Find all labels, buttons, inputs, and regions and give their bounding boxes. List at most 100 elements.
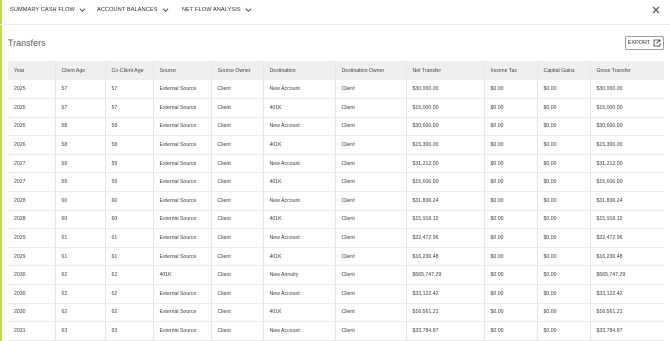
page-title: Transfers	[8, 38, 46, 48]
table-cell: External Source	[153, 210, 212, 229]
table-cell: 60	[105, 191, 154, 211]
table-cell: 401K	[263, 247, 336, 266]
table-cell: External Source	[153, 191, 212, 211]
table-cell: Client	[211, 284, 264, 304]
table-cell: 2025	[8, 80, 56, 99]
table-cell: Client	[335, 135, 407, 155]
table-cell: $31,836.24	[406, 191, 485, 211]
table-row: 2031 63 63 External Source Client New Account…	[8, 321, 664, 341]
column-header[interactable]: Net Transfer	[406, 61, 485, 80]
column-header[interactable]: Gross Transfer	[590, 61, 664, 80]
top-navigation: SUMMARY CASH FLOW ACCOUNT BALANCES NET F…	[0, 0, 670, 25]
table-cell: $0.00	[537, 191, 591, 211]
table-row: 2030 62 62 External Source Client New Account…	[8, 284, 664, 304]
table-cell: $16,236.48	[596, 253, 623, 260]
table-cell: Client	[335, 117, 407, 136]
tab-label: SUMMARY CASH FLOW	[10, 7, 75, 13]
table-cell: $0.00	[537, 247, 591, 266]
tab-summary-cash-flow[interactable]: SUMMARY CASH FLOW	[10, 7, 86, 13]
transfers-table-container[interactable]: Year Client Age Co-Client Age Source Source …	[8, 61, 664, 341]
table-cell: External Source	[153, 135, 212, 155]
column-header[interactable]: Year	[8, 61, 56, 80]
table-cell: Client	[211, 135, 264, 155]
column-header[interactable]: Income Tax	[484, 61, 538, 80]
table-cell: 63	[105, 321, 154, 341]
table-cell: $31,212.00	[406, 154, 485, 173]
table-cell: Client	[335, 284, 407, 304]
table-cell: 2026	[8, 117, 56, 136]
table-cell: Client	[335, 265, 407, 285]
table-cell: Client	[335, 191, 407, 211]
table-cell: External Source	[153, 172, 212, 192]
table-cell: $30,600.00	[406, 117, 485, 136]
close-button[interactable]	[651, 6, 661, 16]
table-cell: $0.00	[484, 247, 538, 266]
table-cell: 2029	[8, 228, 56, 248]
table-cell: 60	[55, 210, 106, 229]
export-icon	[653, 39, 661, 47]
table-cell: $0.00	[537, 172, 591, 192]
table-row: 2025 57 57 External Source Client New Account…	[8, 80, 664, 99]
table-cell: 61	[105, 228, 154, 248]
table-cell: Client	[211, 172, 264, 192]
table-cell: 401K	[153, 265, 212, 285]
table-cell: $31,212.00	[596, 160, 623, 167]
table-cell: 2031	[8, 321, 56, 341]
table-cell: 401K	[263, 172, 336, 192]
table-cell: 59	[55, 172, 106, 192]
tab-account-balances[interactable]: ACCOUNT BALANCES	[97, 7, 169, 13]
table-cell: New Account	[263, 228, 336, 248]
column-header[interactable]: Source Owner	[211, 61, 264, 80]
table-cell: Client	[211, 117, 264, 136]
column-header[interactable]: Client Age	[55, 61, 106, 80]
export-button[interactable]: EXPORT	[625, 36, 664, 50]
table-cell: Client	[335, 210, 407, 229]
table-cell: 2029	[8, 247, 56, 266]
table-cell: $0.00	[484, 210, 538, 229]
table-cell: $0.00	[537, 80, 591, 99]
tab-net-flow-analysis[interactable]: NET FLOW ANALYSIS	[182, 7, 252, 13]
table-cell: External Source	[153, 117, 212, 136]
table-cell: $16,561.21	[406, 303, 485, 322]
table-cell: Client	[335, 247, 407, 266]
column-header[interactable]: Destination Owner	[335, 61, 407, 80]
table-cell: $0.00	[484, 172, 538, 192]
table-row: 2027 59 59 External Source Client New Account…	[8, 154, 664, 173]
tab-label: NET FLOW ANALYSIS	[182, 7, 241, 13]
table-cell: $0.00	[484, 265, 538, 285]
table-cell: 63	[55, 321, 106, 341]
table-cell: 57	[55, 98, 106, 118]
table-cell: External Source	[153, 154, 212, 173]
column-header[interactable]: Capital Gains	[537, 61, 591, 80]
left-accent-bar	[0, 0, 2, 341]
table-cell: 62	[105, 284, 154, 304]
table-cell: $33,122.42	[406, 284, 485, 304]
table-cell: $0.00	[484, 135, 538, 155]
table-cell: $665,747.29	[406, 265, 485, 285]
column-header[interactable]: Destination	[263, 61, 336, 80]
table-cell: Client	[335, 321, 407, 341]
column-header[interactable]: Co-Client Age	[105, 61, 154, 80]
table-cell: $0.00	[484, 98, 538, 118]
table-cell: 58	[105, 135, 154, 155]
table-cell: 401K	[263, 135, 336, 155]
chevron-down-icon	[162, 8, 168, 12]
table-cell: Client	[211, 228, 264, 248]
table-cell: Client	[335, 228, 407, 248]
table-cell: External Source	[153, 98, 212, 118]
table-cell: $665,747.29	[596, 272, 626, 279]
table-cell: Client	[211, 321, 264, 341]
table-body: 2025 57 57 External Source Client New Account…	[8, 80, 664, 341]
chevron-down-icon	[79, 8, 86, 12]
table-cell: $0.00	[537, 284, 591, 304]
table-cell: $15,000.00	[406, 98, 485, 118]
table-cell: 2027	[8, 172, 56, 192]
table-cell: 62	[105, 303, 154, 322]
table-cell: 58	[55, 135, 106, 155]
table-cell: $0.00	[537, 321, 591, 341]
table-cell: 59	[55, 154, 106, 173]
table-cell: Client	[211, 80, 264, 99]
table-cell: $0.00	[484, 321, 538, 341]
table-cell: New Account	[263, 154, 336, 173]
column-header[interactable]: Source	[153, 61, 212, 80]
